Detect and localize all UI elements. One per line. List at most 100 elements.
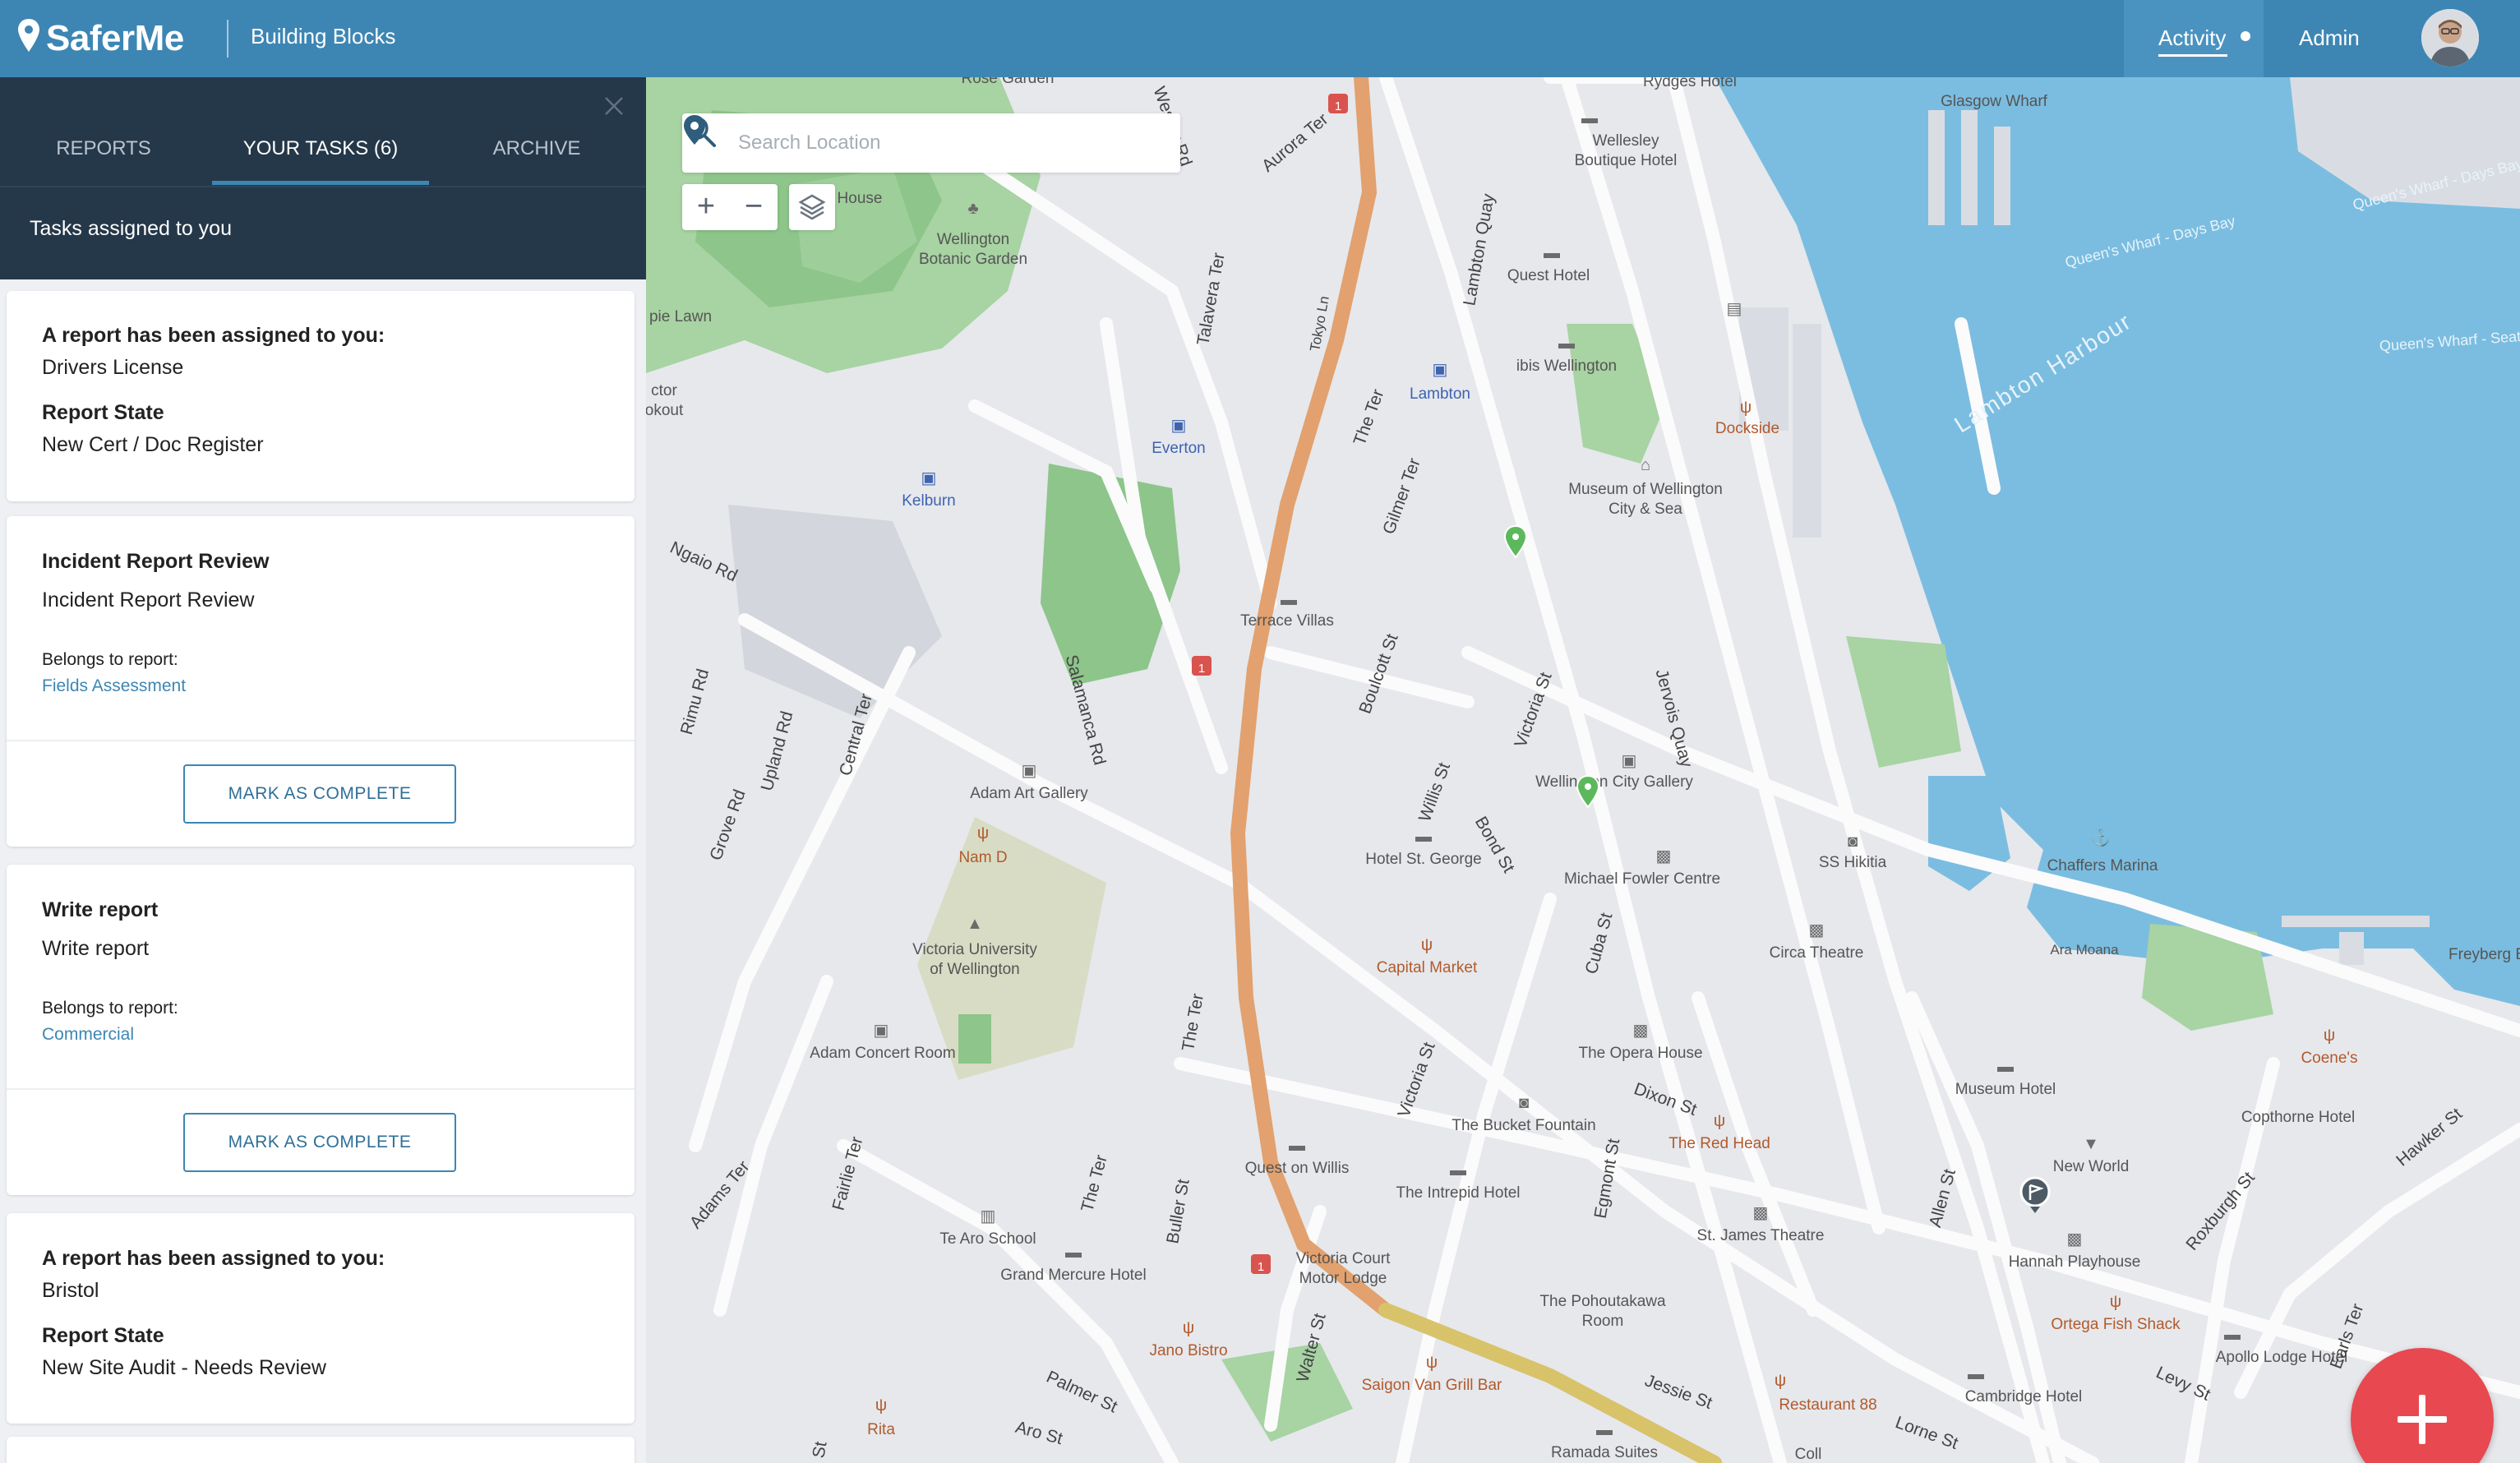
theatre-icon[interactable]: ▩ <box>1633 1022 1649 1039</box>
map-label: Adam Art Gallery <box>970 785 1088 802</box>
map-label: Quest Hotel <box>1507 267 1590 284</box>
restaurant-icon[interactable]: ψ <box>2110 1294 2121 1310</box>
hotel-icon[interactable]: ▬ <box>1596 1422 1613 1438</box>
hotel-icon[interactable]: ▬ <box>1415 828 1432 845</box>
restaurant-icon[interactable]: ψ <box>1183 1320 1194 1336</box>
report-map-pin-icon[interactable] <box>1575 774 1601 810</box>
hotel-icon[interactable]: ▬ <box>2224 1327 2241 1343</box>
hotel-icon[interactable]: ▬ <box>1997 1059 2014 1075</box>
map-label: Jano Bistro <box>1149 1342 1228 1359</box>
map-label: The Red Head <box>1668 1135 1770 1152</box>
train-station-icon[interactable]: ▣ <box>1433 362 1448 378</box>
restaurant-icon[interactable]: ψ <box>1426 1355 1438 1371</box>
school-icon[interactable]: ▥ <box>981 1208 996 1225</box>
map-label: The Intrepid Hotel <box>1396 1184 1521 1202</box>
gallery-icon[interactable]: ▣ <box>1022 763 1037 779</box>
flag-map-pin-icon[interactable] <box>2019 1175 2052 1215</box>
hotel-icon[interactable]: ▬ <box>1558 335 1575 352</box>
map-label: Lambton <box>1410 385 1470 403</box>
tab-reports[interactable]: REPORTS <box>35 135 173 163</box>
activity-nav-item[interactable]: Activity <box>2124 0 2264 77</box>
map-label: Ortega Fish Shack <box>2051 1316 2181 1333</box>
restaurant-icon[interactable]: ψ <box>1775 1373 1786 1389</box>
map-label: Michael Fowler Centre <box>1563 870 1721 888</box>
anchor-icon[interactable]: ⚓ <box>2091 830 2112 847</box>
train-station-icon[interactable]: ▣ <box>1171 418 1187 434</box>
shopping-icon[interactable]: ▼ <box>2083 1136 2099 1152</box>
camera-icon[interactable]: ◙ <box>1848 833 1858 850</box>
activity-label: Activity <box>2158 25 2227 50</box>
restaurant-icon[interactable]: ψ <box>1740 399 1752 416</box>
task-card[interactable]: A report has been assigned to you: Drive… <box>7 291 635 501</box>
mark-as-complete-button[interactable]: MARK AS COMPLETE <box>183 1113 456 1172</box>
hotel-icon[interactable]: ▬ <box>1968 1366 1984 1382</box>
report-map-pin-icon[interactable] <box>1502 524 1529 561</box>
restaurant-icon[interactable]: ψ <box>1421 937 1433 953</box>
tree-icon[interactable]: ♣ <box>967 201 978 217</box>
restaurant-icon[interactable]: ψ <box>2324 1027 2335 1044</box>
museum-icon[interactable]: ⌂ <box>1641 457 1650 473</box>
card-divider <box>7 740 635 741</box>
tasks-sidepanel: REPORTS YOUR TASKS (6) ARCHIVE Tasks ass… <box>0 77 646 1463</box>
gallery-icon[interactable]: ▣ <box>874 1022 889 1039</box>
map-view[interactable]: 1 1 1 Rose Garden Wesley Rd Aurora Ter R… <box>646 77 2520 1463</box>
zoom-out-button[interactable]: − <box>730 184 778 230</box>
restaurant-icon[interactable]: ψ <box>1714 1113 1725 1129</box>
map-label: Saigon Van Grill Bar <box>1361 1377 1502 1394</box>
zoom-in-button[interactable]: + <box>682 184 730 230</box>
task-subtitle: Write report <box>42 937 150 960</box>
hotel-icon[interactable]: ▬ <box>1289 1138 1305 1154</box>
map-label: Hannah Playhouse <box>2008 1253 2141 1271</box>
task-card[interactable]: A report has been assigned to you: Brist… <box>7 1213 635 1424</box>
camera-icon[interactable]: ◙ <box>1519 1095 1529 1111</box>
theatre-icon[interactable]: ▩ <box>1656 848 1672 865</box>
map-label: Museum of Wellington City & Sea <box>1568 481 1723 518</box>
map-layers-button[interactable] <box>789 184 835 230</box>
tabs-divider <box>0 186 646 187</box>
map-label: Te Aro School <box>939 1230 1036 1248</box>
theatre-icon[interactable]: ▩ <box>1753 1205 1769 1221</box>
map-label: Adam Concert Room <box>810 1045 956 1062</box>
activity-notification-dot <box>2241 31 2250 41</box>
report-link[interactable]: Fields Assessment <box>42 674 186 699</box>
mark-as-complete-button[interactable]: MARK AS COMPLETE <box>183 764 456 824</box>
hotel-icon[interactable]: ▬ <box>1281 592 1297 608</box>
tab-your-tasks[interactable]: YOUR TASKS (6) <box>212 135 429 163</box>
hotel-icon[interactable]: ▬ <box>1581 110 1598 127</box>
train-station-icon[interactable]: ▣ <box>921 470 937 487</box>
task-title: Write report <box>42 898 159 921</box>
search-location-input[interactable] <box>738 125 1116 161</box>
map-label: Wellington City Gallery <box>1535 773 1693 791</box>
plus-icon <box>2419 1395 2425 1444</box>
map-label: Freyberg B <box>2448 946 2520 963</box>
ferry-icon[interactable]: ▤ <box>1727 301 1742 317</box>
saferme-logo[interactable]: SaferMe <box>16 16 184 61</box>
admin-nav-item[interactable]: Admin <box>2299 23 2360 53</box>
hotel-icon[interactable]: ▬ <box>1544 245 1560 261</box>
theatre-icon[interactable]: ▩ <box>2067 1231 2083 1248</box>
theatre-icon[interactable]: ▩ <box>1809 922 1825 939</box>
gallery-icon[interactable]: ▣ <box>1622 753 1637 769</box>
report-link[interactable]: Commercial <box>42 1022 134 1047</box>
university-icon[interactable]: ▲ <box>967 916 983 932</box>
report-state-label: Report State <box>42 1324 164 1347</box>
workspace-name[interactable]: Building Blocks <box>251 21 395 51</box>
map-label: Kelburn <box>902 492 956 510</box>
search-icon[interactable] <box>682 113 718 150</box>
task-card[interactable]: Incident Report Review Incident Report R… <box>7 516 635 847</box>
restaurant-icon[interactable]: ψ <box>875 1397 887 1414</box>
restaurant-icon[interactable]: ψ <box>977 825 989 842</box>
route-number: 1 <box>1257 1260 1265 1274</box>
map-label: The Opera House <box>1578 1045 1703 1062</box>
task-card[interactable] <box>7 1437 635 1463</box>
task-card[interactable]: Write report Write report Belongs to rep… <box>7 865 635 1195</box>
report-state-value: New Site Audit - Needs Review <box>42 1356 326 1379</box>
map-label: The Bucket Fountain <box>1452 1117 1596 1134</box>
hotel-icon[interactable]: ▬ <box>1450 1162 1466 1179</box>
close-icon[interactable] <box>602 94 626 118</box>
hotel-icon[interactable]: ▬ <box>1065 1244 1082 1261</box>
map-label: Everton <box>1152 440 1206 457</box>
map-label: Wellesley Boutique Hotel <box>1574 132 1678 169</box>
tab-archive[interactable]: ARCHIVE <box>468 135 605 163</box>
user-avatar[interactable] <box>2421 9 2479 67</box>
